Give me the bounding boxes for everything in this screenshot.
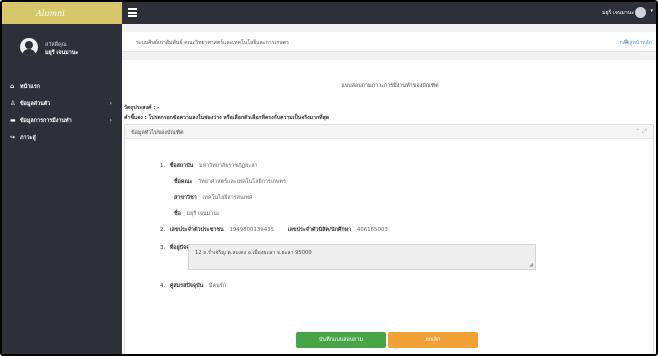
home-icon: ⌂ — [10, 83, 15, 90]
form-heading: แบบสอบถามภาวะการมีงานทำของบัณฑิต — [341, 83, 439, 89]
field-value: มหาวิทยาลัยราชภัฏยะลา — [199, 163, 258, 169]
cancel-button[interactable]: ยกเลิก — [388, 332, 478, 348]
sidebar-item-employment[interactable]: ▬ ข้อมูลการการมีงานทำ › — [2, 112, 122, 129]
field-university: 1. ชื่อสถาบัน มหาวิทยาลัยราชภัฏยะลา — [160, 162, 258, 170]
field-label: เลขประจำตัวประชาชน — [169, 227, 224, 233]
chevron-right-icon: › — [109, 100, 112, 107]
field-number: 2. — [160, 227, 166, 233]
section-header: ข้อมูลทั่วไปของบัณฑิต ⌃ ⤢ — [125, 125, 653, 139]
instruction-text: คำชี้แจง : โปรดกรอกข้อความลงในช่องว่าง ห… — [124, 115, 330, 121]
general-info-section: ข้อมูลทั่วไปของบัณฑิต ⌃ ⤢ — [124, 124, 654, 354]
field-value: 1949800139435 — [229, 227, 275, 233]
resize-grip-icon[interactable]: ◢ — [529, 262, 533, 268]
field-label: ชื่อคณะ — [174, 179, 193, 185]
field-value: 406165003 — [356, 227, 388, 233]
sidebar-nav: ⌂ หน้าแรก ♙ ข้อมูลส่วนตัว › ▬ ข้อมูลการก… — [2, 78, 122, 146]
menu-toggle-icon[interactable] — [128, 8, 137, 17]
topbar-avatar[interactable] — [635, 7, 646, 18]
home-link[interactable]: กลับสู่หน้าหลัก — [620, 39, 652, 47]
sidebar-item-label: ข้อมูลส่วนตัว — [20, 100, 51, 107]
section-title: ข้อมูลทั่วไปของบัณฑิต — [131, 130, 184, 136]
field-label: สาขาวิชา — [174, 195, 197, 201]
avatar — [20, 38, 38, 56]
save-survey-button[interactable]: บันทึกแบบสอบถาม — [296, 332, 386, 348]
sidebar-profile: สวัสดีคุณ มยุรี เจนมานะ — [2, 24, 122, 70]
address-textarea[interactable]: 12 ถ.ร่ำเจริญ ต.สะเตง อ.เมืองยะลา จ.ยะลา… — [188, 244, 536, 270]
sidebar-item-label: ข้อมูลการการมีงานทำ — [20, 117, 72, 124]
address-value: 12 ถ.ร่ำเจริญ ต.สะเตง อ.เมืองยะลา จ.ยะลา… — [195, 250, 312, 256]
profile-username: มยุรี เจนมานะ — [45, 50, 79, 56]
field-value: วิทยาศาสตร์และเทคโนโลยีการเกษตร — [198, 179, 286, 185]
field-faculty: ชื่อคณะ วิทยาศาสตร์และเทคโนโลยีการเกษตร — [174, 178, 286, 186]
field-name: ชื่อ มยุรี เจนมานะ — [174, 210, 220, 218]
field-label: ชื่อ — [174, 211, 181, 217]
app-window: Alumni สวัสดีคุณ มยุรี เจนมานะ ⌂ หน้าแรก… — [0, 0, 658, 356]
field-id: 2. เลขประจำตัวประชาชน 1949800139435 เลขป… — [160, 226, 388, 234]
field-label: เลขประจำตัวนิสิต/นักศึกษา — [287, 227, 352, 233]
page-title: ระบบศิษย์เก่าสัมพันธ์ คณะวิทยาศาสตร์และเ… — [136, 40, 289, 46]
chevron-right-icon: › — [109, 117, 112, 124]
sidebar-item-label: ภาวะสู่ — [20, 134, 36, 141]
sidebar-item-home[interactable]: ⌂ หน้าแรก — [2, 78, 122, 95]
brand-logo[interactable]: Alumni — [2, 2, 122, 24]
field-number: 4. — [160, 283, 166, 289]
objective-text: วัตถุประสงค์ : - — [124, 105, 160, 111]
sidebar-item-label: หน้าแรก — [20, 83, 40, 90]
field-major: สาขาวิชา เทคโนโลยีสารสนเทศ — [174, 194, 252, 202]
sidebar: Alumni สวัสดีคุณ มยุรี เจนมานะ ⌂ หน้าแรก… — [2, 2, 122, 354]
field-value: มีคนรัก — [208, 283, 226, 289]
collapse-icon[interactable]: ⌃ ⤢ — [635, 128, 647, 136]
field-number: 1. — [160, 163, 166, 169]
field-status: 4. คู่สมรสปัจจุบัน มีคนรัก — [160, 282, 226, 290]
topbar-username[interactable]: มยุรี เจนมานะ — [602, 9, 634, 17]
user-icon: ♙ — [10, 100, 16, 107]
survey-panel: แบบสอบถามภาวะการมีงานทำของบัณฑิต วัตถุปร… — [122, 60, 656, 354]
breadcrumb: ระบบศิษย์เก่าสัมพันธ์ คณะวิทยาศาสตร์และเ… — [122, 32, 656, 52]
field-value: เทคโนโลยีสารสนเทศ — [202, 195, 253, 201]
briefcase-icon: ▬ — [10, 117, 16, 124]
field-label: คู่สมรสปัจจุบัน — [169, 283, 204, 289]
sidebar-item-profile[interactable]: ♙ ข้อมูลส่วนตัว › — [2, 95, 122, 112]
sidebar-item-signout[interactable]: ↪ ภาวะสู่ — [2, 129, 122, 146]
caret-down-icon[interactable]: ▾ — [650, 8, 653, 14]
field-number: 3. — [160, 245, 166, 251]
field-value: มยุรี เจนมานะ — [186, 211, 220, 217]
greeting-text: สวัสดีคุณ — [45, 42, 67, 48]
signout-icon: ↪ — [10, 134, 16, 141]
top-navbar: มยุรี เจนมานะ ▾ — [122, 2, 656, 24]
field-label: ชื่อสถาบัน — [169, 163, 194, 169]
